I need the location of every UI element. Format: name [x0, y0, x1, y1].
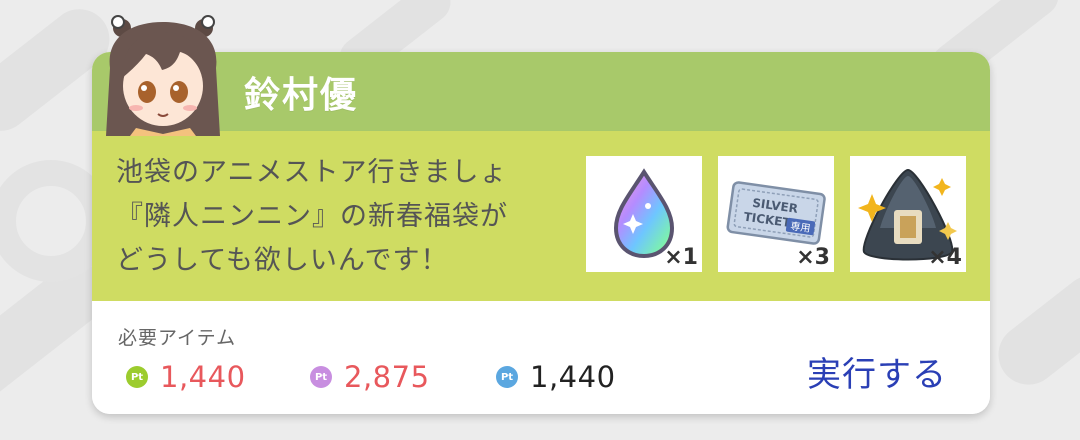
card-footer: 必要アイテム Pt 1,440 Pt 2,875 Pt 1,440 実行する	[92, 301, 990, 414]
reward-qty: ×1	[664, 245, 698, 270]
reward-item-silver-ticket[interactable]: SILVER TICKET 専用 ×3	[718, 156, 834, 272]
character-portrait-icon	[106, 15, 220, 136]
reward-qty: ×3	[796, 245, 830, 270]
card-body: 池袋のアニメストア行きましょ 『隣人ニンニン』の新春福袋が どうしても欲しいんで…	[92, 131, 990, 301]
character-avatar[interactable]	[100, 8, 226, 136]
cost-value-blue: 1,440	[530, 360, 616, 394]
reward-item-onigiri[interactable]: ×4	[850, 156, 966, 272]
green-pt-icon: Pt	[126, 366, 148, 388]
character-name: 鈴村優	[244, 75, 359, 116]
cost-item-purple: Pt 2,875	[310, 359, 430, 395]
cost-item-green: Pt 1,440	[126, 359, 246, 395]
mission-card: 鈴村優 池袋のアニメストア行きましょ 『隣人ニンニン』の新春福袋が どうしても欲…	[92, 52, 990, 414]
reward-item-rainbow-drop[interactable]: ×1	[586, 156, 702, 272]
cost-item-blue: Pt 1,440	[496, 359, 616, 395]
card-header: 鈴村優	[92, 52, 990, 131]
message-line-1: 池袋のアニメストア行きましょ	[116, 157, 508, 188]
mission-message: 池袋のアニメストア行きましょ 『隣人ニンニン』の新春福袋が どうしても欲しいんで…	[116, 151, 566, 283]
purple-pt-icon: Pt	[310, 366, 332, 388]
reward-qty: ×4	[928, 245, 962, 270]
message-line-2: 『隣人ニンニン』の新春福袋が	[116, 201, 508, 232]
message-line-3: どうしても欲しいんです！	[116, 245, 449, 276]
blue-pt-icon: Pt	[496, 366, 518, 388]
required-items-label: 必要アイテム	[118, 327, 237, 349]
cost-value-green: 1,440	[160, 360, 246, 394]
cost-value-purple: 2,875	[344, 360, 430, 394]
execute-button[interactable]: 実行する	[792, 347, 962, 395]
